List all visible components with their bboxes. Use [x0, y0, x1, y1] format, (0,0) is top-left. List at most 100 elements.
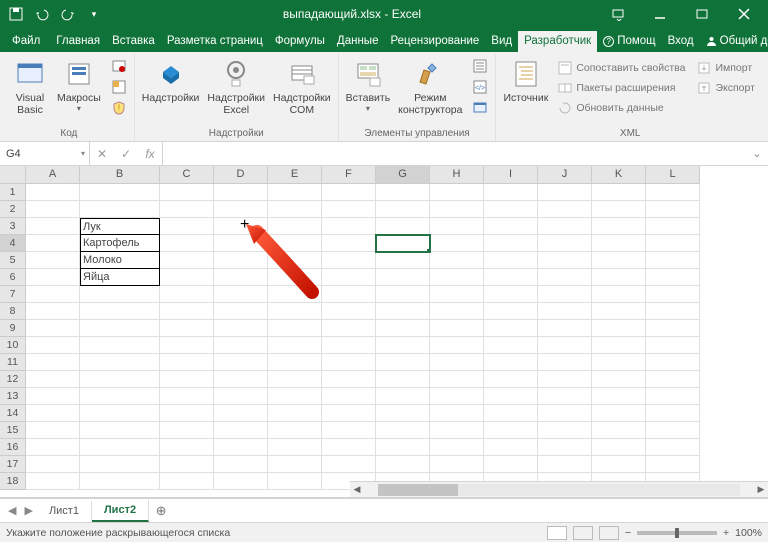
- cell[interactable]: [322, 422, 376, 439]
- cell[interactable]: [268, 303, 322, 320]
- xml-source-button[interactable]: Источник: [500, 56, 551, 106]
- row-header[interactable]: 4: [0, 235, 26, 252]
- cell[interactable]: Яйца: [80, 269, 160, 286]
- cell[interactable]: [26, 252, 80, 269]
- cell[interactable]: [646, 252, 700, 269]
- cell[interactable]: [214, 286, 268, 303]
- cell[interactable]: [322, 354, 376, 371]
- cell[interactable]: [268, 354, 322, 371]
- cell[interactable]: [322, 303, 376, 320]
- cell[interactable]: [26, 473, 80, 490]
- cell[interactable]: [26, 371, 80, 388]
- cell[interactable]: [160, 354, 214, 371]
- cell[interactable]: [430, 303, 484, 320]
- sheet-tab[interactable]: Лист2: [92, 500, 149, 522]
- cell[interactable]: [160, 388, 214, 405]
- formula-input[interactable]: [163, 142, 746, 165]
- cell[interactable]: [646, 218, 700, 235]
- cell[interactable]: [430, 184, 484, 201]
- cell[interactable]: [80, 371, 160, 388]
- relative-refs-icon[interactable]: [108, 77, 130, 97]
- maximize-icon[interactable]: [682, 0, 722, 28]
- cell[interactable]: [646, 303, 700, 320]
- ribbon-options-icon[interactable]: [598, 0, 638, 28]
- cell[interactable]: [26, 269, 80, 286]
- cell[interactable]: [538, 354, 592, 371]
- cell[interactable]: [430, 269, 484, 286]
- redo-icon[interactable]: [56, 3, 80, 25]
- cell[interactable]: [80, 184, 160, 201]
- cell[interactable]: [592, 218, 646, 235]
- cell[interactable]: [646, 320, 700, 337]
- row-header[interactable]: 7: [0, 286, 26, 303]
- row-header[interactable]: 10: [0, 337, 26, 354]
- col-header-K[interactable]: K: [592, 166, 646, 184]
- col-header-G[interactable]: G: [376, 166, 430, 184]
- col-header-J[interactable]: J: [538, 166, 592, 184]
- col-header-C[interactable]: C: [160, 166, 214, 184]
- cell[interactable]: [214, 388, 268, 405]
- cell[interactable]: [322, 405, 376, 422]
- cell[interactable]: [430, 354, 484, 371]
- row-header[interactable]: 9: [0, 320, 26, 337]
- cell[interactable]: [80, 354, 160, 371]
- cell[interactable]: [484, 320, 538, 337]
- cell[interactable]: [80, 201, 160, 218]
- worksheet-grid[interactable]: ABCDEFGHIJKL 123Лук4Картофель5Молоко6Яйц…: [0, 166, 768, 498]
- cell[interactable]: [80, 405, 160, 422]
- macro-security-icon[interactable]: !: [108, 98, 130, 118]
- cell[interactable]: [160, 371, 214, 388]
- cell[interactable]: [646, 405, 700, 422]
- xml-map-props[interactable]: Сопоставить свойства: [555, 58, 688, 77]
- cell[interactable]: [160, 286, 214, 303]
- row-header[interactable]: 11: [0, 354, 26, 371]
- cell[interactable]: [268, 218, 322, 235]
- col-header-I[interactable]: I: [484, 166, 538, 184]
- design-mode-button[interactable]: Режим конструктора: [395, 56, 465, 118]
- cell[interactable]: [322, 456, 376, 473]
- sheet-tab[interactable]: Лист1: [37, 501, 92, 521]
- excel-addins-button[interactable]: Надстройки Excel: [204, 56, 268, 118]
- cell[interactable]: [484, 269, 538, 286]
- cell[interactable]: [80, 439, 160, 456]
- row-header[interactable]: 16: [0, 439, 26, 456]
- cell[interactable]: [430, 371, 484, 388]
- cell[interactable]: [376, 456, 430, 473]
- normal-view-icon[interactable]: [547, 526, 567, 540]
- cell[interactable]: [484, 252, 538, 269]
- cell[interactable]: [268, 184, 322, 201]
- zoom-level[interactable]: 100%: [735, 527, 762, 539]
- cell[interactable]: [376, 303, 430, 320]
- cell[interactable]: [26, 388, 80, 405]
- horizontal-scrollbar[interactable]: ◀▶: [350, 481, 768, 497]
- cell[interactable]: [484, 405, 538, 422]
- xml-export[interactable]: Экспорт: [694, 78, 757, 97]
- cell[interactable]: [160, 473, 214, 490]
- cell[interactable]: Молоко: [80, 252, 160, 269]
- cell[interactable]: [322, 235, 376, 252]
- cell[interactable]: [322, 184, 376, 201]
- col-header-D[interactable]: D: [214, 166, 268, 184]
- cell[interactable]: [592, 320, 646, 337]
- cell[interactable]: [322, 286, 376, 303]
- record-macro-icon[interactable]: [108, 56, 130, 76]
- cell[interactable]: [268, 286, 322, 303]
- cell[interactable]: [26, 184, 80, 201]
- cell[interactable]: [322, 201, 376, 218]
- cell[interactable]: [538, 320, 592, 337]
- cell[interactable]: [214, 218, 268, 235]
- cell[interactable]: [26, 286, 80, 303]
- cell[interactable]: [80, 286, 160, 303]
- col-header-H[interactable]: H: [430, 166, 484, 184]
- cell[interactable]: [646, 388, 700, 405]
- cell[interactable]: [214, 337, 268, 354]
- visual-basic-button[interactable]: Visual Basic: [8, 56, 52, 118]
- view-code-icon[interactable]: </>: [469, 77, 491, 97]
- cell[interactable]: [646, 269, 700, 286]
- cell[interactable]: [484, 201, 538, 218]
- row-header[interactable]: 6: [0, 269, 26, 286]
- col-header-E[interactable]: E: [268, 166, 322, 184]
- row-header[interactable]: 13: [0, 388, 26, 405]
- cell[interactable]: [376, 337, 430, 354]
- cell[interactable]: [646, 439, 700, 456]
